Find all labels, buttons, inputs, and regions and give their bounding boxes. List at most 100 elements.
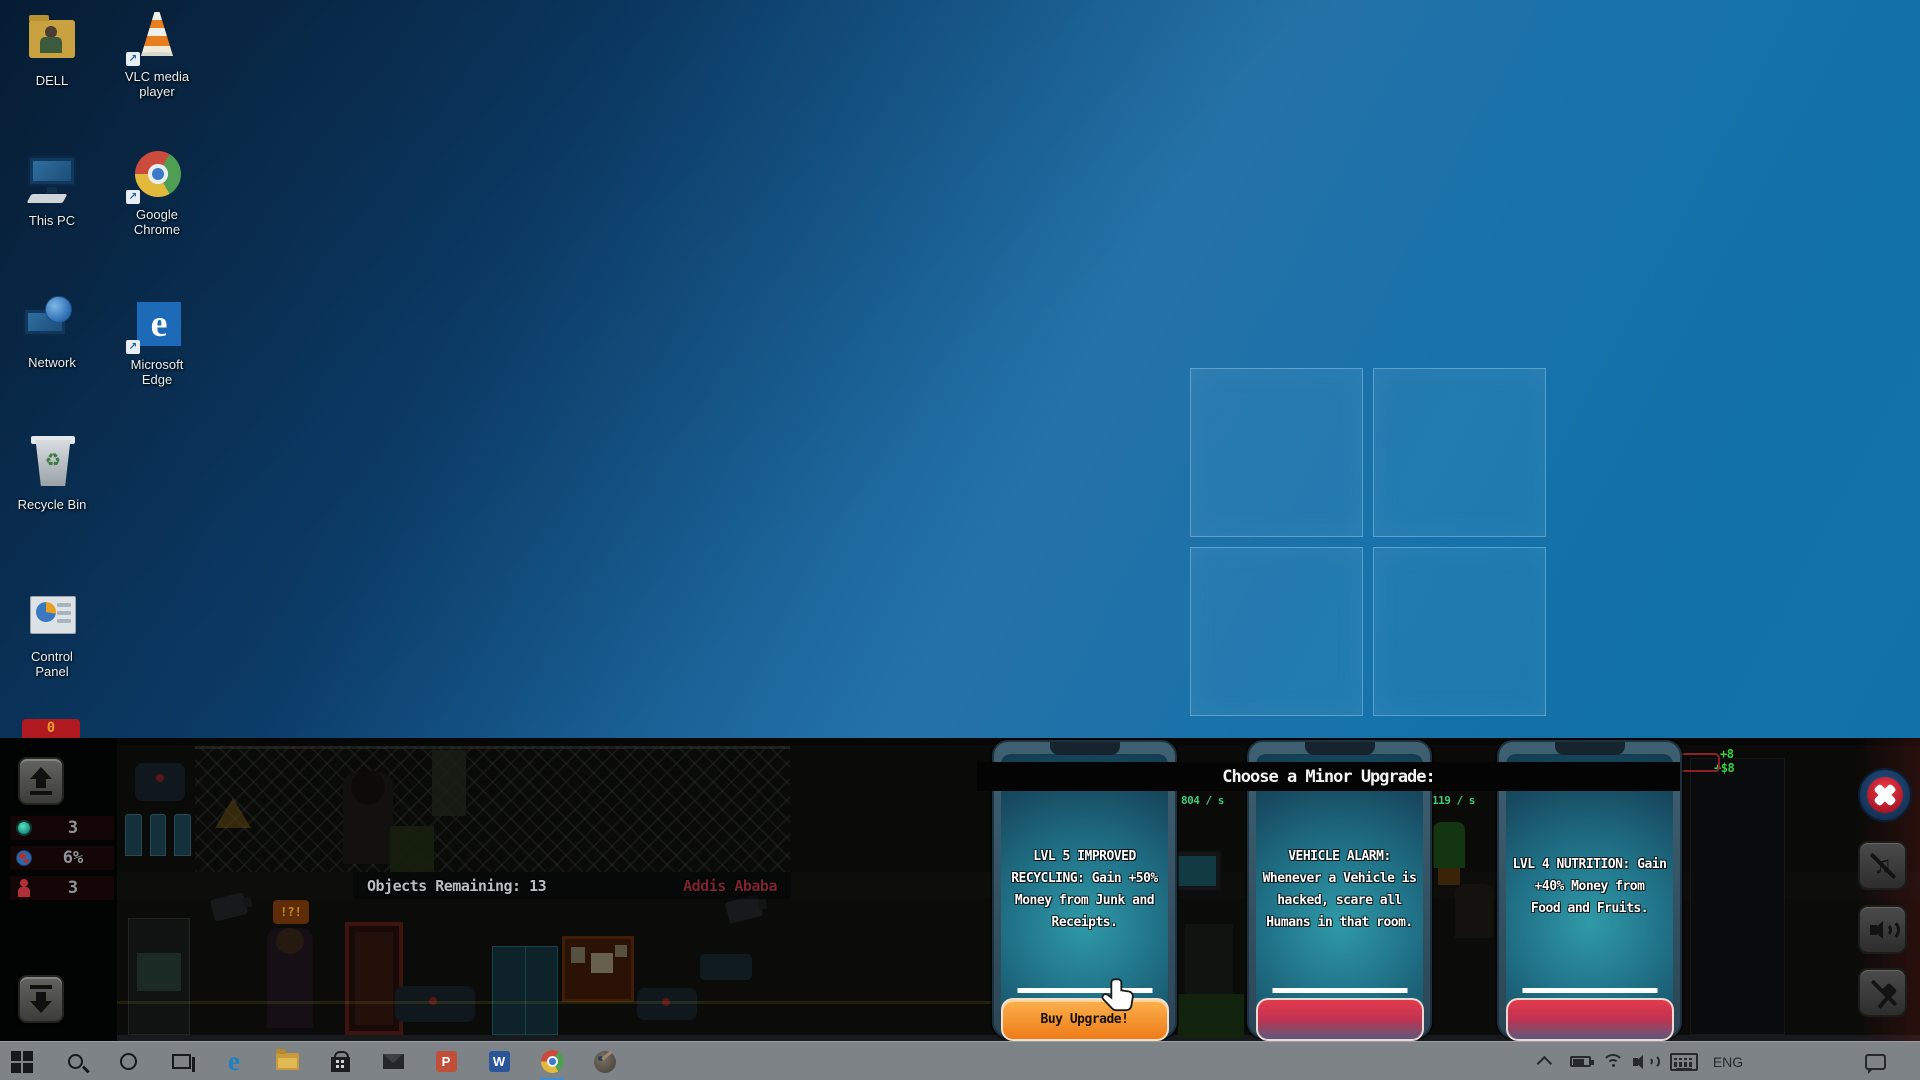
tray-battery[interactable] xyxy=(1566,1042,1594,1080)
taskbar-edge[interactable]: e xyxy=(212,1042,256,1080)
game-window: 0 !?! xyxy=(0,738,1920,1041)
tray-show-hidden-icons[interactable] xyxy=(1533,1042,1559,1080)
taskbar-chrome[interactable] xyxy=(530,1042,574,1080)
pin-toggle-button[interactable] xyxy=(1858,968,1907,1017)
robot-vehicle xyxy=(700,954,752,980)
mail-icon xyxy=(383,1054,404,1069)
desktop-icon-recycle-bin[interactable]: ♻ Recycle Bin xyxy=(0,436,107,512)
buy-upgrade-button[interactable]: Buy Upgrade! xyxy=(1001,998,1169,1041)
desktop-icon-this-pc[interactable]: This PC xyxy=(0,152,107,228)
desktop-icon-dell[interactable]: DELL xyxy=(0,12,107,88)
task-view-icon xyxy=(172,1054,191,1069)
upgrade-progress-line xyxy=(1272,988,1407,993)
desktop-icon-network[interactable]: Network xyxy=(0,294,107,370)
tray-touch-keyboard[interactable] xyxy=(1667,1042,1701,1080)
income-rate-right: 119 / s xyxy=(1432,794,1475,807)
monitor-icon xyxy=(23,152,81,208)
desktop-icon-edge[interactable]: e ↗ Microsoft Edge xyxy=(102,296,212,387)
taskbar-store[interactable] xyxy=(318,1042,362,1080)
edge-icon: e ↗ xyxy=(128,296,186,352)
word-icon: W xyxy=(489,1051,510,1072)
human-character xyxy=(267,928,313,1028)
desktop-icon-label: Control Panel xyxy=(14,649,90,679)
plant xyxy=(1433,822,1465,868)
close-button[interactable] xyxy=(1858,768,1912,822)
buy-upgrade-button-disabled[interactable] xyxy=(1256,998,1424,1041)
shortcut-arrow-icon: ↗ xyxy=(126,340,140,354)
file-explorer-icon xyxy=(276,1053,299,1070)
highlight-red-box xyxy=(1678,753,1720,772)
close-icon xyxy=(1867,777,1903,813)
human-character xyxy=(343,772,393,864)
orb-icon xyxy=(16,820,32,836)
wallpaper-shading xyxy=(0,0,1920,738)
scroll-up-button[interactable] xyxy=(18,757,64,805)
tray-network[interactable] xyxy=(1599,1042,1627,1080)
arcade-machine xyxy=(128,918,190,1035)
start-button[interactable] xyxy=(0,1042,44,1080)
smiley-monitor xyxy=(1172,850,1222,892)
hud-bar: Objects Remaining: 13 Addis Ababa xyxy=(353,872,791,899)
volume-icon xyxy=(1633,1053,1657,1071)
windows-logo-pane xyxy=(1190,547,1363,716)
pin-off-icon xyxy=(1867,977,1899,1009)
game-app-icon xyxy=(594,1051,616,1073)
windows-logo-pane xyxy=(1190,368,1363,537)
scroll-down-button[interactable] xyxy=(18,975,64,1023)
phone-notch xyxy=(1050,742,1120,755)
human-character xyxy=(1455,884,1493,938)
taskbar-mail[interactable] xyxy=(371,1042,415,1080)
taskbar-file-explorer[interactable] xyxy=(265,1042,309,1080)
desktop-icon-label: VLC media player xyxy=(119,69,195,99)
task-view-button[interactable] xyxy=(159,1042,203,1080)
store-bag-icon xyxy=(331,1057,350,1072)
taskbar-word[interactable]: W xyxy=(477,1042,521,1080)
stat-row-world-percent: 6% xyxy=(10,846,114,870)
music-toggle-button[interactable]: ♫ xyxy=(1858,841,1907,890)
taskbar-powerpoint[interactable]: P xyxy=(424,1042,468,1080)
objects-remaining-label: Objects Remaining: 13 xyxy=(367,877,546,895)
phone-notch xyxy=(1555,742,1625,755)
desktop-icon-chrome[interactable]: ↗ Google Chrome xyxy=(102,146,212,237)
stat-row-robots: 3 xyxy=(10,816,114,840)
speaker-icon xyxy=(1870,919,1896,941)
desktop-icon-control-panel[interactable]: Control Panel xyxy=(0,588,107,679)
desktop-icon-vlc[interactable]: ↗ VLC media player xyxy=(102,8,212,99)
powerpoint-icon: P xyxy=(436,1051,457,1072)
windows-start-icon xyxy=(11,1051,33,1073)
action-center-button[interactable] xyxy=(1858,1042,1892,1080)
desktop-icon-label: This PC xyxy=(0,213,107,228)
notification-tab[interactable]: 0 xyxy=(22,719,80,738)
buy-upgrade-button-disabled[interactable] xyxy=(1506,998,1674,1041)
stat-value: 6% xyxy=(38,848,108,868)
cortana-icon xyxy=(120,1053,137,1070)
person-icon xyxy=(16,879,32,897)
globe-icon xyxy=(16,850,32,866)
shortcut-arrow-icon: ↗ xyxy=(126,190,140,204)
sound-toggle-button[interactable] xyxy=(1858,905,1907,954)
upgrade-description: LVL 5 IMPROVED RECYCLING: Gain +50% Mone… xyxy=(998,846,1171,934)
control-panel-icon xyxy=(23,588,81,644)
network-globe-icon xyxy=(23,294,81,350)
stat-value: 3 xyxy=(38,818,108,838)
alert-bubble: !?! xyxy=(273,900,309,924)
watchtower xyxy=(432,750,466,816)
stat-value: 3 xyxy=(38,878,108,898)
tray-volume[interactable] xyxy=(1630,1042,1660,1080)
cortana-button[interactable] xyxy=(106,1042,150,1080)
battery-icon xyxy=(1570,1056,1591,1067)
language-label: ENG xyxy=(1713,1054,1743,1070)
search-button[interactable] xyxy=(53,1042,97,1080)
screen: DELL ↗ VLC media player This PC ↗ Google… xyxy=(0,0,1920,1080)
modal-title: Choose a Minor Upgrade: xyxy=(1222,767,1434,787)
tray-language[interactable]: ENG xyxy=(1706,1042,1750,1080)
chrome-icon xyxy=(541,1050,564,1073)
taskbar-game-app[interactable] xyxy=(583,1042,627,1080)
upgrade-description: LVL 4 NUTRITION: Gain +40% Money from Fo… xyxy=(1503,854,1676,920)
test-tubes xyxy=(125,814,191,856)
up-arrow-icon xyxy=(30,767,52,779)
folder-user-icon xyxy=(23,12,81,68)
desktop-icon-label: Recycle Bin xyxy=(0,497,107,512)
taskbar: e P W ENG xyxy=(0,1041,1920,1080)
desktop-icon-label: Network xyxy=(0,355,107,370)
